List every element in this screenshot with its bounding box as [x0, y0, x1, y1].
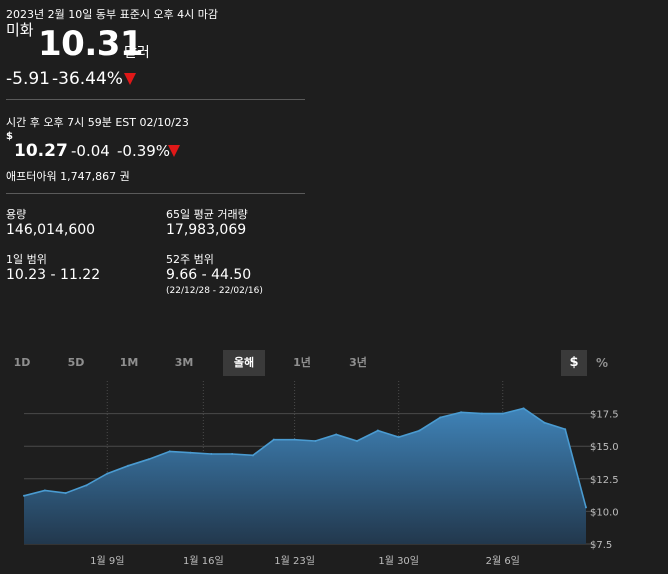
data-point — [127, 464, 130, 467]
x-axis-labels: 1월 9일 1월 16일 1월 23일 1월 30일 2월 6일 — [90, 555, 520, 567]
price-change: -5.91 — [6, 69, 50, 89]
data-point — [418, 429, 421, 432]
data-point — [85, 484, 88, 487]
after-hours-change: -0.04 — [71, 142, 110, 160]
after-hours-volume: 애프터아워 1,747,867 권 — [6, 170, 130, 183]
day-range-value: 10.23 - 11.22 — [6, 267, 101, 283]
data-point — [585, 506, 587, 509]
y-tick-label: $10.0 — [590, 507, 619, 518]
volume-label: 용량 — [6, 208, 27, 221]
currency-label: 미화 — [6, 21, 34, 39]
data-point — [64, 492, 67, 495]
after-hours-down-arrow-icon — [168, 145, 180, 157]
price-change-percent: -36.44% — [52, 69, 123, 89]
percent-view-toggle[interactable]: % — [592, 350, 612, 376]
data-point — [272, 438, 275, 441]
data-point — [501, 412, 504, 415]
data-point — [43, 489, 46, 492]
data-point — [522, 407, 525, 410]
range-tab-3y[interactable]: 3년 — [344, 350, 372, 376]
week52-range-dates: (22/12/28 - 22/02/16) — [166, 286, 263, 296]
price-unit: 달러 — [124, 45, 150, 61]
close-timestamp: 2023년 2월 10일 동부 표준시 오후 4시 마감 — [6, 8, 219, 21]
x-tick-label: 1월 16일 — [183, 555, 224, 567]
range-tab-1m[interactable]: 1M — [115, 350, 143, 376]
down-arrow-icon — [124, 73, 136, 85]
week52-range-label: 52주 범위 — [166, 253, 214, 266]
data-point — [314, 439, 317, 442]
data-point — [251, 454, 254, 457]
range-tab-ytd[interactable]: 올해 — [223, 350, 265, 376]
divider — [6, 193, 305, 194]
data-point — [231, 453, 234, 456]
range-tab-3m[interactable]: 3M — [170, 350, 198, 376]
after-hours-change-percent: -0.39% — [117, 142, 171, 160]
data-point — [460, 411, 463, 414]
data-point — [106, 472, 109, 475]
data-point — [189, 451, 192, 454]
after-hours-label: 시간 후 오후 7시 59분 EST 02/10/23 — [6, 116, 189, 129]
week52-range-value: 9.66 - 44.50 — [166, 267, 252, 283]
y-tick-label: $12.5 — [590, 475, 619, 486]
data-point — [356, 439, 359, 442]
range-tab-1y[interactable]: 1년 — [288, 350, 316, 376]
after-hours-price: 10.27 — [14, 141, 68, 161]
data-point — [293, 438, 296, 441]
data-point — [543, 421, 546, 424]
price-chart[interactable]: $7.5 $10.0 $12.5 $15.0 $17.5 1월 9일 1월 16일 1월 2… — [0, 378, 668, 574]
y-tick-label: $17.5 — [590, 410, 619, 421]
volume-value: 146,014,600 — [6, 222, 96, 238]
avg-volume-label: 65일 평균 거래량 — [166, 208, 248, 221]
x-tick-label: 1월 30일 — [378, 555, 419, 567]
y-tick-label: $15.0 — [590, 442, 619, 453]
x-tick-label: 1월 9일 — [90, 555, 124, 567]
avg-volume-value: 17,983,069 — [166, 222, 247, 238]
x-tick-label: 1월 23일 — [274, 555, 315, 567]
data-point — [564, 428, 567, 431]
y-axis-labels: $7.5 $10.0 $12.5 $15.0 $17.5 — [590, 410, 619, 551]
data-point — [335, 433, 338, 436]
range-tab-1d[interactable]: 1D — [8, 350, 36, 376]
data-point — [376, 429, 379, 432]
data-point — [147, 458, 150, 461]
dollar-view-toggle[interactable]: $ — [561, 350, 587, 376]
data-point — [439, 416, 442, 419]
y-tick-label: $7.5 — [590, 540, 612, 551]
price-area-fill — [24, 408, 586, 544]
x-tick-label: 2월 6일 — [486, 555, 520, 567]
divider — [6, 99, 305, 100]
data-point — [168, 450, 171, 453]
data-point — [397, 436, 400, 439]
data-point — [23, 494, 25, 497]
data-point — [210, 453, 213, 456]
data-point — [480, 412, 483, 415]
range-tab-5d[interactable]: 5D — [62, 350, 90, 376]
day-range-label: 1일 범위 — [6, 253, 47, 266]
after-hours-currency: $ — [6, 131, 13, 142]
